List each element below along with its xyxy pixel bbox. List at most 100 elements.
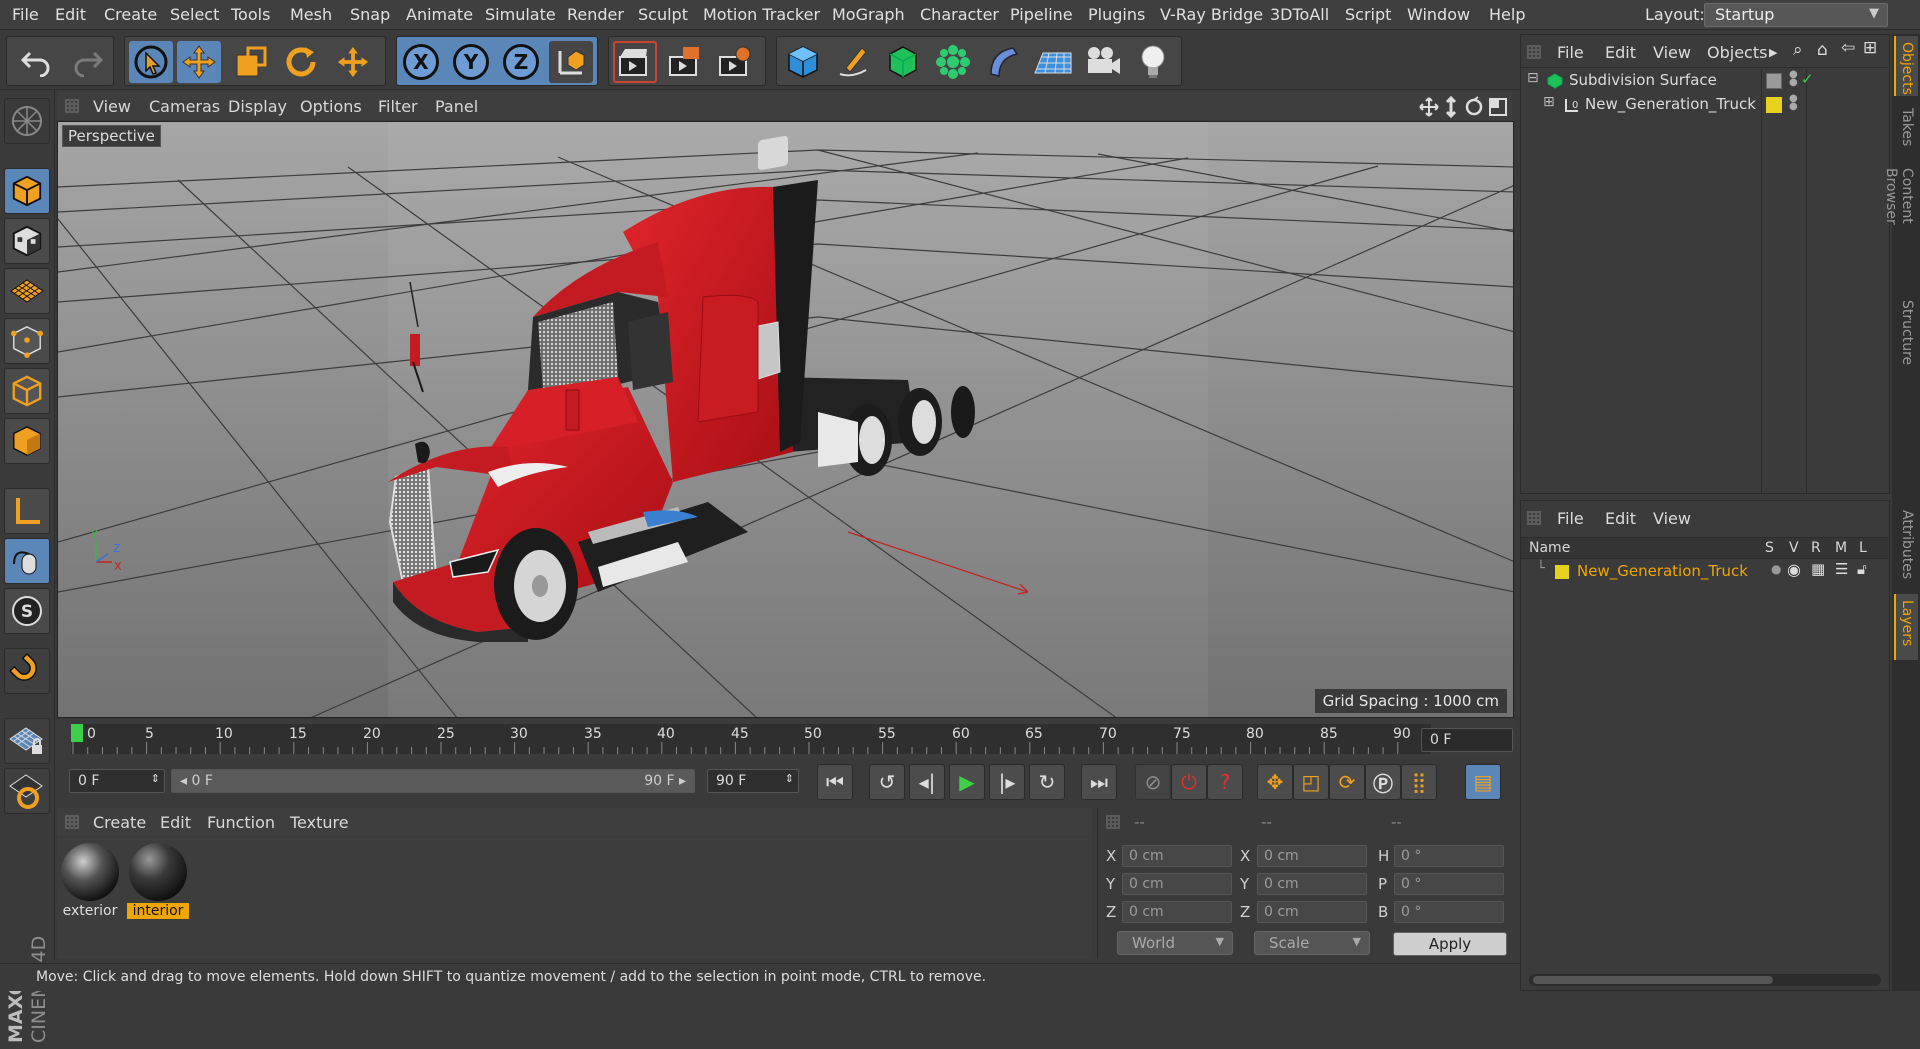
- floor-object-button[interactable]: [1031, 41, 1075, 83]
- edges-mode-button[interactable]: [4, 368, 50, 414]
- polygons-mode-button[interactable]: [4, 418, 50, 464]
- go-to-start-button[interactable]: ⏮: [817, 764, 853, 800]
- rot-b-field[interactable]: 0 °: [1394, 901, 1504, 923]
- cube-object-button[interactable]: [781, 41, 825, 83]
- model-mode-button[interactable]: [4, 168, 50, 214]
- rot-h-field[interactable]: 0 °: [1394, 845, 1504, 867]
- object-row-subdivision[interactable]: ⊟ Subdivision Surface ● ● ✓: [1521, 69, 1889, 93]
- menu-script[interactable]: Script: [1345, 5, 1391, 24]
- layout-select[interactable]: Startup ▼: [1704, 3, 1888, 27]
- material-menu-function[interactable]: Function: [207, 813, 275, 832]
- grip-icon[interactable]: [1527, 45, 1541, 59]
- layer-row[interactable]: └ New_Generation_Truck ● ◉ ▦ ☰ 🔓︎: [1521, 560, 1889, 583]
- expand-icon[interactable]: ⊞: [1543, 94, 1555, 110]
- autokeying-button[interactable]: ⏻: [1171, 764, 1207, 800]
- preview-end-field[interactable]: 90 F ⇕: [707, 769, 799, 793]
- menu-mograph[interactable]: MoGraph: [832, 5, 905, 24]
- x-axis-lock-button[interactable]: X: [399, 41, 443, 83]
- horizontal-scrollbar[interactable]: [1529, 974, 1881, 986]
- material-exterior[interactable]: exterior: [59, 841, 121, 919]
- object-menu-edit[interactable]: Edit: [1605, 43, 1636, 62]
- tab-objects[interactable]: Objects: [1894, 36, 1918, 96]
- search-icon[interactable]: ⌕: [1793, 40, 1803, 60]
- pos-y-field[interactable]: 0 cm: [1122, 873, 1232, 895]
- coordinate-mode-select[interactable]: World ▼: [1117, 931, 1233, 955]
- workplane-mode-button[interactable]: [4, 268, 50, 314]
- layer-menu-file[interactable]: File: [1557, 509, 1584, 528]
- render-picture-viewer-button[interactable]: [663, 41, 707, 83]
- menu-file[interactable]: File: [12, 5, 39, 24]
- back-icon[interactable]: ⇦: [1841, 38, 1855, 58]
- render-view-button[interactable]: [613, 41, 657, 83]
- grip-icon[interactable]: [65, 815, 79, 829]
- menu-sculpt[interactable]: Sculpt: [638, 5, 688, 24]
- previous-frame-button[interactable]: ◂|: [909, 764, 945, 800]
- snapping-button[interactable]: [4, 648, 50, 694]
- object-menu-file[interactable]: File: [1557, 43, 1584, 62]
- menu-snap[interactable]: Snap: [350, 5, 390, 24]
- record-keys-disabled-button[interactable]: ⊘: [1135, 764, 1171, 800]
- lock-icon[interactable]: 🔓︎: [1857, 560, 1867, 578]
- menu-overflow-arrow-icon[interactable]: ▶: [1769, 46, 1777, 59]
- material-menu-create[interactable]: Create: [93, 813, 146, 832]
- visibility-dots-icon[interactable]: ● ●: [1789, 94, 1798, 112]
- column-solo[interactable]: S: [1765, 540, 1774, 556]
- move-tool-button[interactable]: [177, 41, 221, 83]
- scheme-settings-button[interactable]: ▤: [1465, 764, 1501, 800]
- menu-plugins[interactable]: Plugins: [1088, 5, 1145, 24]
- menu-select[interactable]: Select: [170, 5, 219, 24]
- column-name[interactable]: Name: [1529, 540, 1570, 556]
- timeline-ruler[interactable]: 0 5 10 15 20 25 30 35 40 45 50 55 60 65 …: [57, 720, 1514, 758]
- pen-spline-button[interactable]: [831, 41, 875, 83]
- menu-motion-tracker[interactable]: Motion Tracker: [703, 5, 820, 24]
- record-scale-button[interactable]: ◰: [1293, 764, 1329, 800]
- make-editable-button[interactable]: [4, 98, 50, 144]
- menu-render[interactable]: Render: [567, 5, 624, 24]
- menu-edit[interactable]: Edit: [55, 5, 86, 24]
- axis-mode-button[interactable]: [4, 488, 50, 534]
- menu-mesh[interactable]: Mesh: [290, 5, 332, 24]
- manager-list-icon[interactable]: ☰: [1835, 560, 1848, 578]
- column-visible[interactable]: V: [1789, 540, 1799, 556]
- enabled-checkmark-icon[interactable]: ✓: [1801, 70, 1814, 88]
- record-rotation-button[interactable]: ⟳: [1329, 764, 1365, 800]
- tab-structure[interactable]: Structure: [1894, 294, 1918, 386]
- menu-3dtoall[interactable]: 3DToAll: [1270, 5, 1329, 24]
- grip-icon[interactable]: [1527, 511, 1541, 525]
- size-mode-select[interactable]: Scale ▼: [1254, 931, 1370, 955]
- preview-range-slider[interactable]: ◂ 0 F 90 F ▸: [171, 769, 695, 793]
- menu-help[interactable]: Help: [1489, 5, 1525, 24]
- size-y-field[interactable]: 0 cm: [1257, 873, 1367, 895]
- visibility-dots-icon[interactable]: ● ●: [1789, 70, 1798, 88]
- tab-content-browser[interactable]: Content Browser: [1883, 162, 1918, 290]
- grip-icon[interactable]: [1106, 815, 1120, 829]
- perspective-viewport[interactable]: Y Z X Perspective Grid Spacing : 1000 cm: [57, 121, 1514, 718]
- new-view-icon[interactable]: ⊞: [1863, 38, 1877, 58]
- column-manager[interactable]: M: [1835, 540, 1847, 556]
- layer-name[interactable]: New_Generation_Truck: [1577, 562, 1748, 580]
- z-axis-lock-button[interactable]: Z: [499, 41, 543, 83]
- material-menu-edit[interactable]: Edit: [160, 813, 191, 832]
- menu-create[interactable]: Create: [104, 5, 157, 24]
- scrollbar-thumb[interactable]: [1533, 976, 1773, 984]
- keyframe-selection-button[interactable]: ?: [1207, 764, 1243, 800]
- material-menu-texture[interactable]: Texture: [290, 813, 349, 832]
- next-frame-button[interactable]: |▸: [989, 764, 1025, 800]
- grip-icon[interactable]: [65, 99, 79, 113]
- pos-x-field[interactable]: 0 cm: [1122, 845, 1232, 867]
- apply-button[interactable]: Apply: [1393, 932, 1507, 956]
- menu-window[interactable]: Window: [1407, 5, 1470, 24]
- layer-menu-view[interactable]: View: [1653, 509, 1691, 528]
- redo-button[interactable]: [65, 41, 109, 83]
- record-parameter-button[interactable]: Ⓟ: [1365, 764, 1401, 800]
- texture-mode-button[interactable]: [4, 218, 50, 264]
- viewport-menu-view[interactable]: View: [93, 97, 131, 116]
- planar-workplane-button[interactable]: [4, 768, 50, 814]
- light-object-button[interactable]: [1131, 41, 1175, 83]
- undo-button[interactable]: [15, 41, 59, 83]
- coordinate-system-button[interactable]: [549, 41, 593, 83]
- deformer-button[interactable]: [981, 41, 1025, 83]
- viewport-menu-display[interactable]: Display: [228, 97, 287, 116]
- cloner-button[interactable]: [931, 41, 975, 83]
- column-locked[interactable]: L: [1859, 540, 1867, 556]
